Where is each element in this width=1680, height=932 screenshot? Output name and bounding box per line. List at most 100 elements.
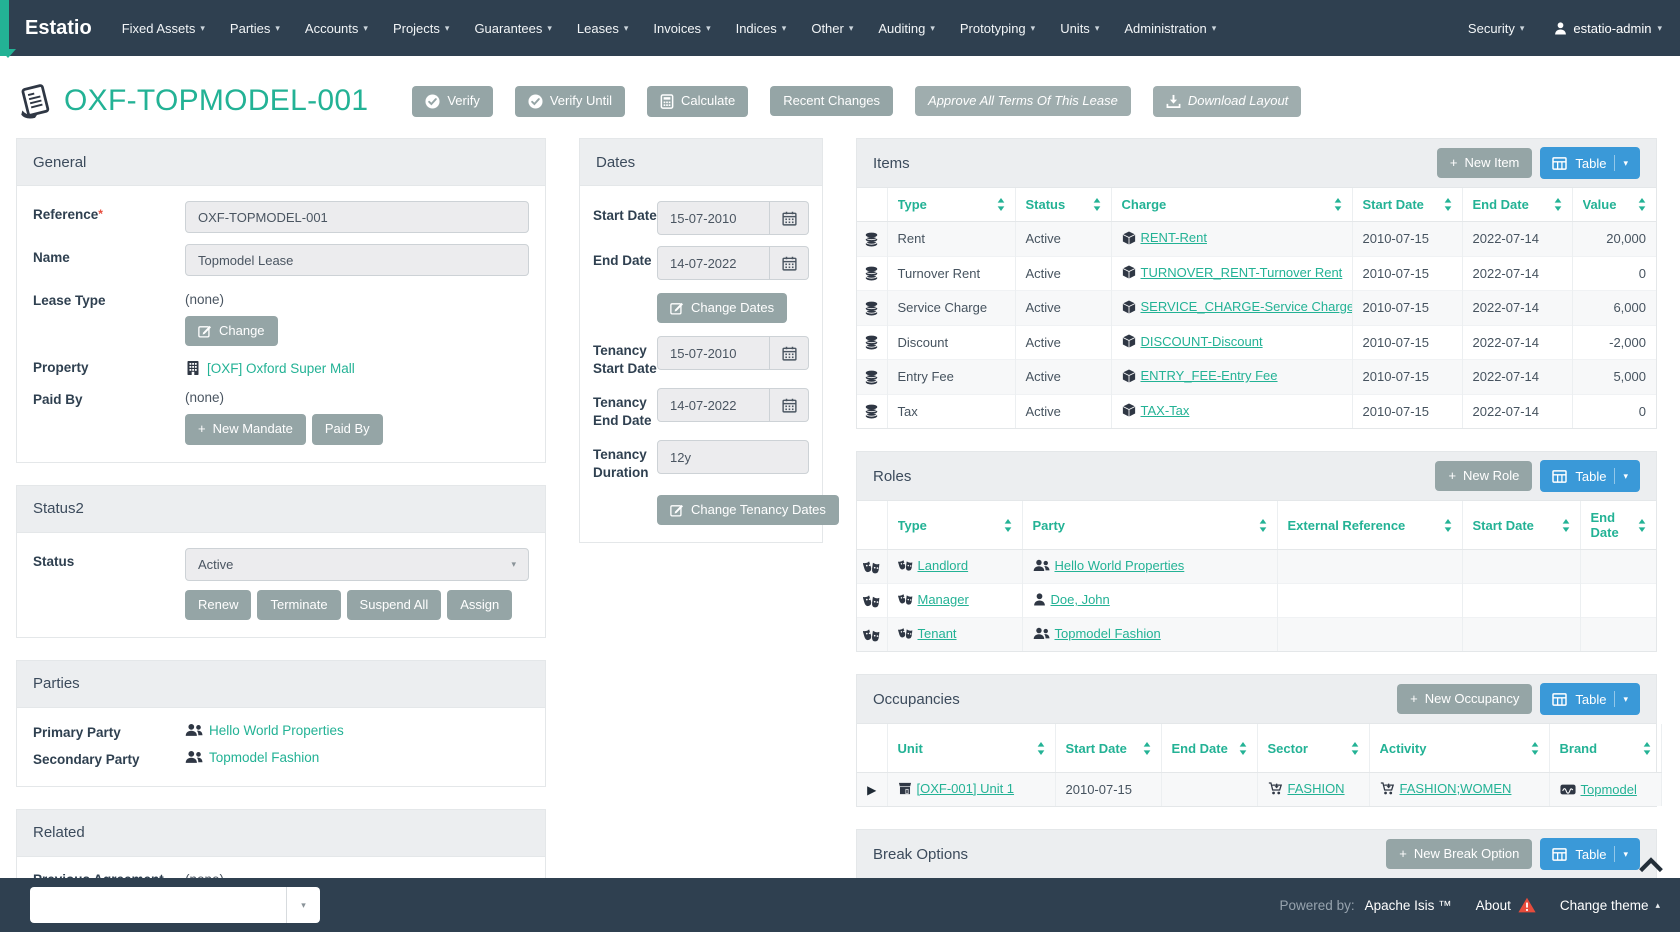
column-header-unit[interactable]: Unit — [887, 724, 1055, 773]
tenancy-start-calendar-button[interactable] — [770, 336, 809, 370]
column-header-start-date[interactable]: Start Date — [1352, 188, 1462, 222]
charge-link[interactable]: RENT-Rent — [1122, 230, 1207, 245]
change-dates-button[interactable]: Change Dates — [657, 293, 787, 323]
status-panel: Status2 Status Active ▾ Renew Terminate … — [16, 485, 546, 638]
nav-menu-accounts[interactable]: Accounts▾ — [305, 21, 368, 36]
renew-button[interactable]: Renew — [185, 590, 251, 620]
user-menu[interactable]: estatio-admin ▾ — [1554, 21, 1662, 36]
nav-menu-other[interactable]: Other▾ — [811, 21, 853, 36]
start-date-calendar-button[interactable] — [770, 201, 809, 235]
secondary-party-link[interactable]: Topmodel Fashion — [185, 750, 319, 765]
column-header-end-date[interactable]: End Date — [1462, 188, 1572, 222]
about-link[interactable]: About — [1476, 897, 1536, 913]
expand-row-icon[interactable]: ▶ — [867, 783, 876, 797]
nav-menu-invoices[interactable]: Invoices▾ — [653, 21, 710, 36]
cell-end-date — [1580, 584, 1656, 618]
column-header-end-date[interactable]: End Date — [1161, 724, 1257, 773]
edit-icon — [670, 301, 684, 315]
change-lease-type-button[interactable]: Change — [185, 316, 278, 346]
sector-link[interactable]: FASHION — [1268, 781, 1345, 796]
scroll-to-top-button[interactable] — [1638, 856, 1664, 874]
property-link[interactable]: [OXF] Oxford Super Mall — [185, 360, 355, 376]
tenancy-end-date-input[interactable] — [657, 388, 770, 422]
column-header-sector[interactable]: Sector — [1257, 724, 1369, 773]
roles-table-view-button[interactable]: Table ▾ — [1540, 460, 1640, 492]
verify-until-button[interactable]: Verify Until — [515, 86, 625, 117]
nav-menu-prototyping[interactable]: Prototyping▾ — [960, 21, 1035, 36]
new-role-button[interactable]: + New Role — [1435, 461, 1532, 491]
column-header-brand[interactable]: Brand — [1549, 724, 1661, 773]
charge-link[interactable]: TURNOVER_RENT-Turnover Rent — [1122, 265, 1343, 280]
nav-menu-projects[interactable]: Projects▾ — [393, 21, 450, 36]
column-header-status[interactable]: Status — [1015, 188, 1111, 222]
nav-menu-leases[interactable]: Leases▾ — [577, 21, 628, 36]
nav-menu-security[interactable]: Security▾ — [1468, 21, 1525, 36]
apache-isis-link[interactable]: Apache Isis ™ — [1365, 898, 1452, 913]
paid-by-button[interactable]: Paid By — [312, 414, 383, 444]
party-link[interactable]: Doe, John — [1033, 592, 1110, 607]
column-header-external-reference[interactable]: External Reference — [1277, 501, 1462, 550]
nav-menu-indices[interactable]: Indices▾ — [736, 21, 787, 36]
end-date-input[interactable] — [657, 246, 770, 280]
column-header-activity[interactable]: Activity — [1369, 724, 1549, 773]
new-mandate-button[interactable]: + New Mandate — [185, 414, 306, 444]
approve-all-terms-button[interactable]: Approve All Terms Of This Lease — [915, 86, 1131, 116]
nav-menu-auditing[interactable]: Auditing▾ — [878, 21, 935, 36]
tenancy-end-calendar-button[interactable] — [770, 388, 809, 422]
nav-menu-guarantees[interactable]: Guarantees▾ — [474, 21, 551, 36]
nav-menu-units[interactable]: Units▾ — [1060, 21, 1099, 36]
role-type-link[interactable]: Manager — [898, 592, 969, 607]
nav-menu-fixed-assets[interactable]: Fixed Assets▾ — [122, 21, 205, 36]
party-link[interactable]: Topmodel Fashion — [1033, 626, 1161, 641]
column-header-type[interactable]: Type — [887, 501, 1022, 550]
app-brand[interactable]: Estatio — [9, 17, 122, 40]
verify-button[interactable]: Verify — [412, 86, 493, 117]
field-label: Name — [33, 244, 185, 267]
tenancy-duration-input[interactable] — [657, 440, 809, 474]
nav-menu-administration[interactable]: Administration▾ — [1124, 21, 1216, 36]
terminate-button[interactable]: Terminate — [257, 590, 340, 620]
charge-link[interactable]: ENTRY_FEE-Entry Fee — [1122, 368, 1278, 383]
table-row: Manager Doe, John — [857, 584, 1656, 618]
occupancies-panel: Occupancies + New Occupancy Table ▾ — [856, 674, 1657, 807]
context-select[interactable]: ▾ — [30, 887, 320, 923]
activity-link[interactable]: FASHION;WOMEN — [1380, 781, 1512, 796]
column-header-end-date[interactable]: End Date — [1580, 501, 1656, 550]
new-item-button[interactable]: + New Item — [1437, 148, 1533, 178]
recent-changes-button[interactable]: Recent Changes — [770, 86, 893, 116]
column-header-type[interactable]: Type — [887, 188, 1015, 222]
role-type-link[interactable]: Landlord — [898, 558, 969, 573]
charge-link[interactable]: DISCOUNT-Discount — [1122, 334, 1263, 349]
charge-link[interactable]: SERVICE_CHARGE-Service Charge — [1122, 299, 1353, 314]
column-header-start-date[interactable]: Start Date — [1462, 501, 1580, 550]
name-input[interactable] — [185, 244, 529, 276]
primary-party-link[interactable]: Hello World Properties — [185, 723, 344, 738]
new-break-option-button[interactable]: + New Break Option — [1386, 839, 1532, 869]
status-select[interactable]: Active ▾ — [185, 548, 529, 581]
column-header-value[interactable]: Value — [1572, 188, 1656, 222]
chevron-down-icon: ▾ — [1657, 23, 1662, 34]
break-options-table-view-button[interactable]: Table ▾ — [1540, 838, 1640, 870]
column-header-charge[interactable]: Charge — [1111, 188, 1352, 222]
charge-link[interactable]: TAX-Tax — [1122, 403, 1190, 418]
suspend-all-button[interactable]: Suspend All — [347, 590, 442, 620]
assign-button[interactable]: Assign — [447, 590, 512, 620]
column-header-party[interactable]: Party — [1022, 501, 1277, 550]
unit-link[interactable]: [OXF-001] Unit 1 — [898, 781, 1015, 796]
start-date-input[interactable] — [657, 201, 770, 235]
end-date-calendar-button[interactable] — [770, 246, 809, 280]
column-header-start-date[interactable]: Start Date — [1055, 724, 1161, 773]
occupancies-table-view-button[interactable]: Table ▾ — [1540, 683, 1640, 715]
change-theme-link[interactable]: Change theme ▴ — [1560, 898, 1660, 913]
role-type-link[interactable]: Tenant — [898, 626, 957, 641]
items-table-view-button[interactable]: Table ▾ — [1540, 147, 1640, 179]
calculate-button[interactable]: Calculate — [647, 86, 748, 117]
new-occupancy-button[interactable]: + New Occupancy — [1397, 684, 1532, 714]
change-tenancy-dates-button[interactable]: Change Tenancy Dates — [657, 495, 839, 525]
brand-link[interactable]: Topmodel — [1560, 782, 1637, 797]
tenancy-start-date-input[interactable] — [657, 336, 770, 370]
reference-input[interactable] — [185, 201, 529, 233]
nav-menu-parties[interactable]: Parties▾ — [230, 21, 280, 36]
download-layout-button[interactable]: Download Layout — [1153, 86, 1301, 117]
party-link[interactable]: Hello World Properties — [1033, 558, 1185, 573]
